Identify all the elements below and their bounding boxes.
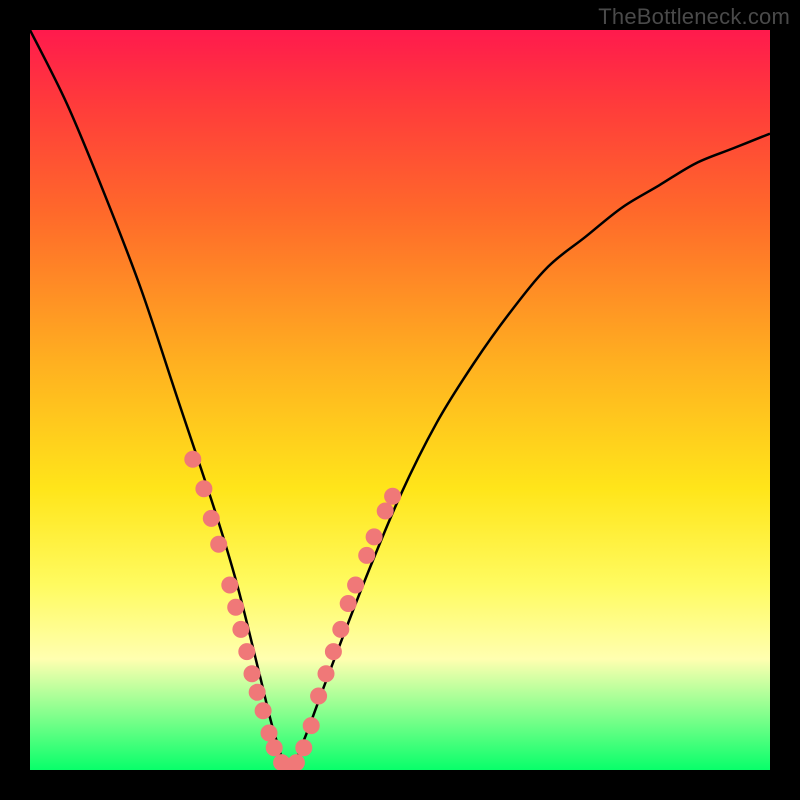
data-marker: [185, 451, 201, 467]
data-marker: [255, 703, 271, 719]
data-marker: [348, 577, 364, 593]
data-marker: [325, 644, 341, 660]
data-marker: [266, 740, 282, 756]
data-marker: [340, 596, 356, 612]
data-marker: [228, 599, 244, 615]
data-marker: [233, 621, 249, 637]
data-marker: [288, 755, 304, 770]
data-marker: [359, 547, 375, 563]
data-marker: [366, 529, 382, 545]
data-marker: [203, 510, 219, 526]
data-marker: [196, 481, 212, 497]
data-marker: [318, 666, 334, 682]
marker-group: [185, 451, 401, 770]
data-marker: [211, 536, 227, 552]
data-marker: [239, 644, 255, 660]
data-marker: [296, 740, 312, 756]
data-marker: [303, 718, 319, 734]
data-marker: [261, 725, 277, 741]
data-marker: [385, 488, 401, 504]
bottleneck-curve: [30, 30, 770, 770]
data-marker: [333, 621, 349, 637]
watermark-text: TheBottleneck.com: [598, 4, 790, 30]
data-marker: [244, 666, 260, 682]
data-marker: [377, 503, 393, 519]
data-marker: [222, 577, 238, 593]
plot-area: [30, 30, 770, 770]
data-marker: [311, 688, 327, 704]
data-marker: [249, 684, 265, 700]
chart-frame: TheBottleneck.com: [0, 0, 800, 800]
curve-svg: [30, 30, 770, 770]
